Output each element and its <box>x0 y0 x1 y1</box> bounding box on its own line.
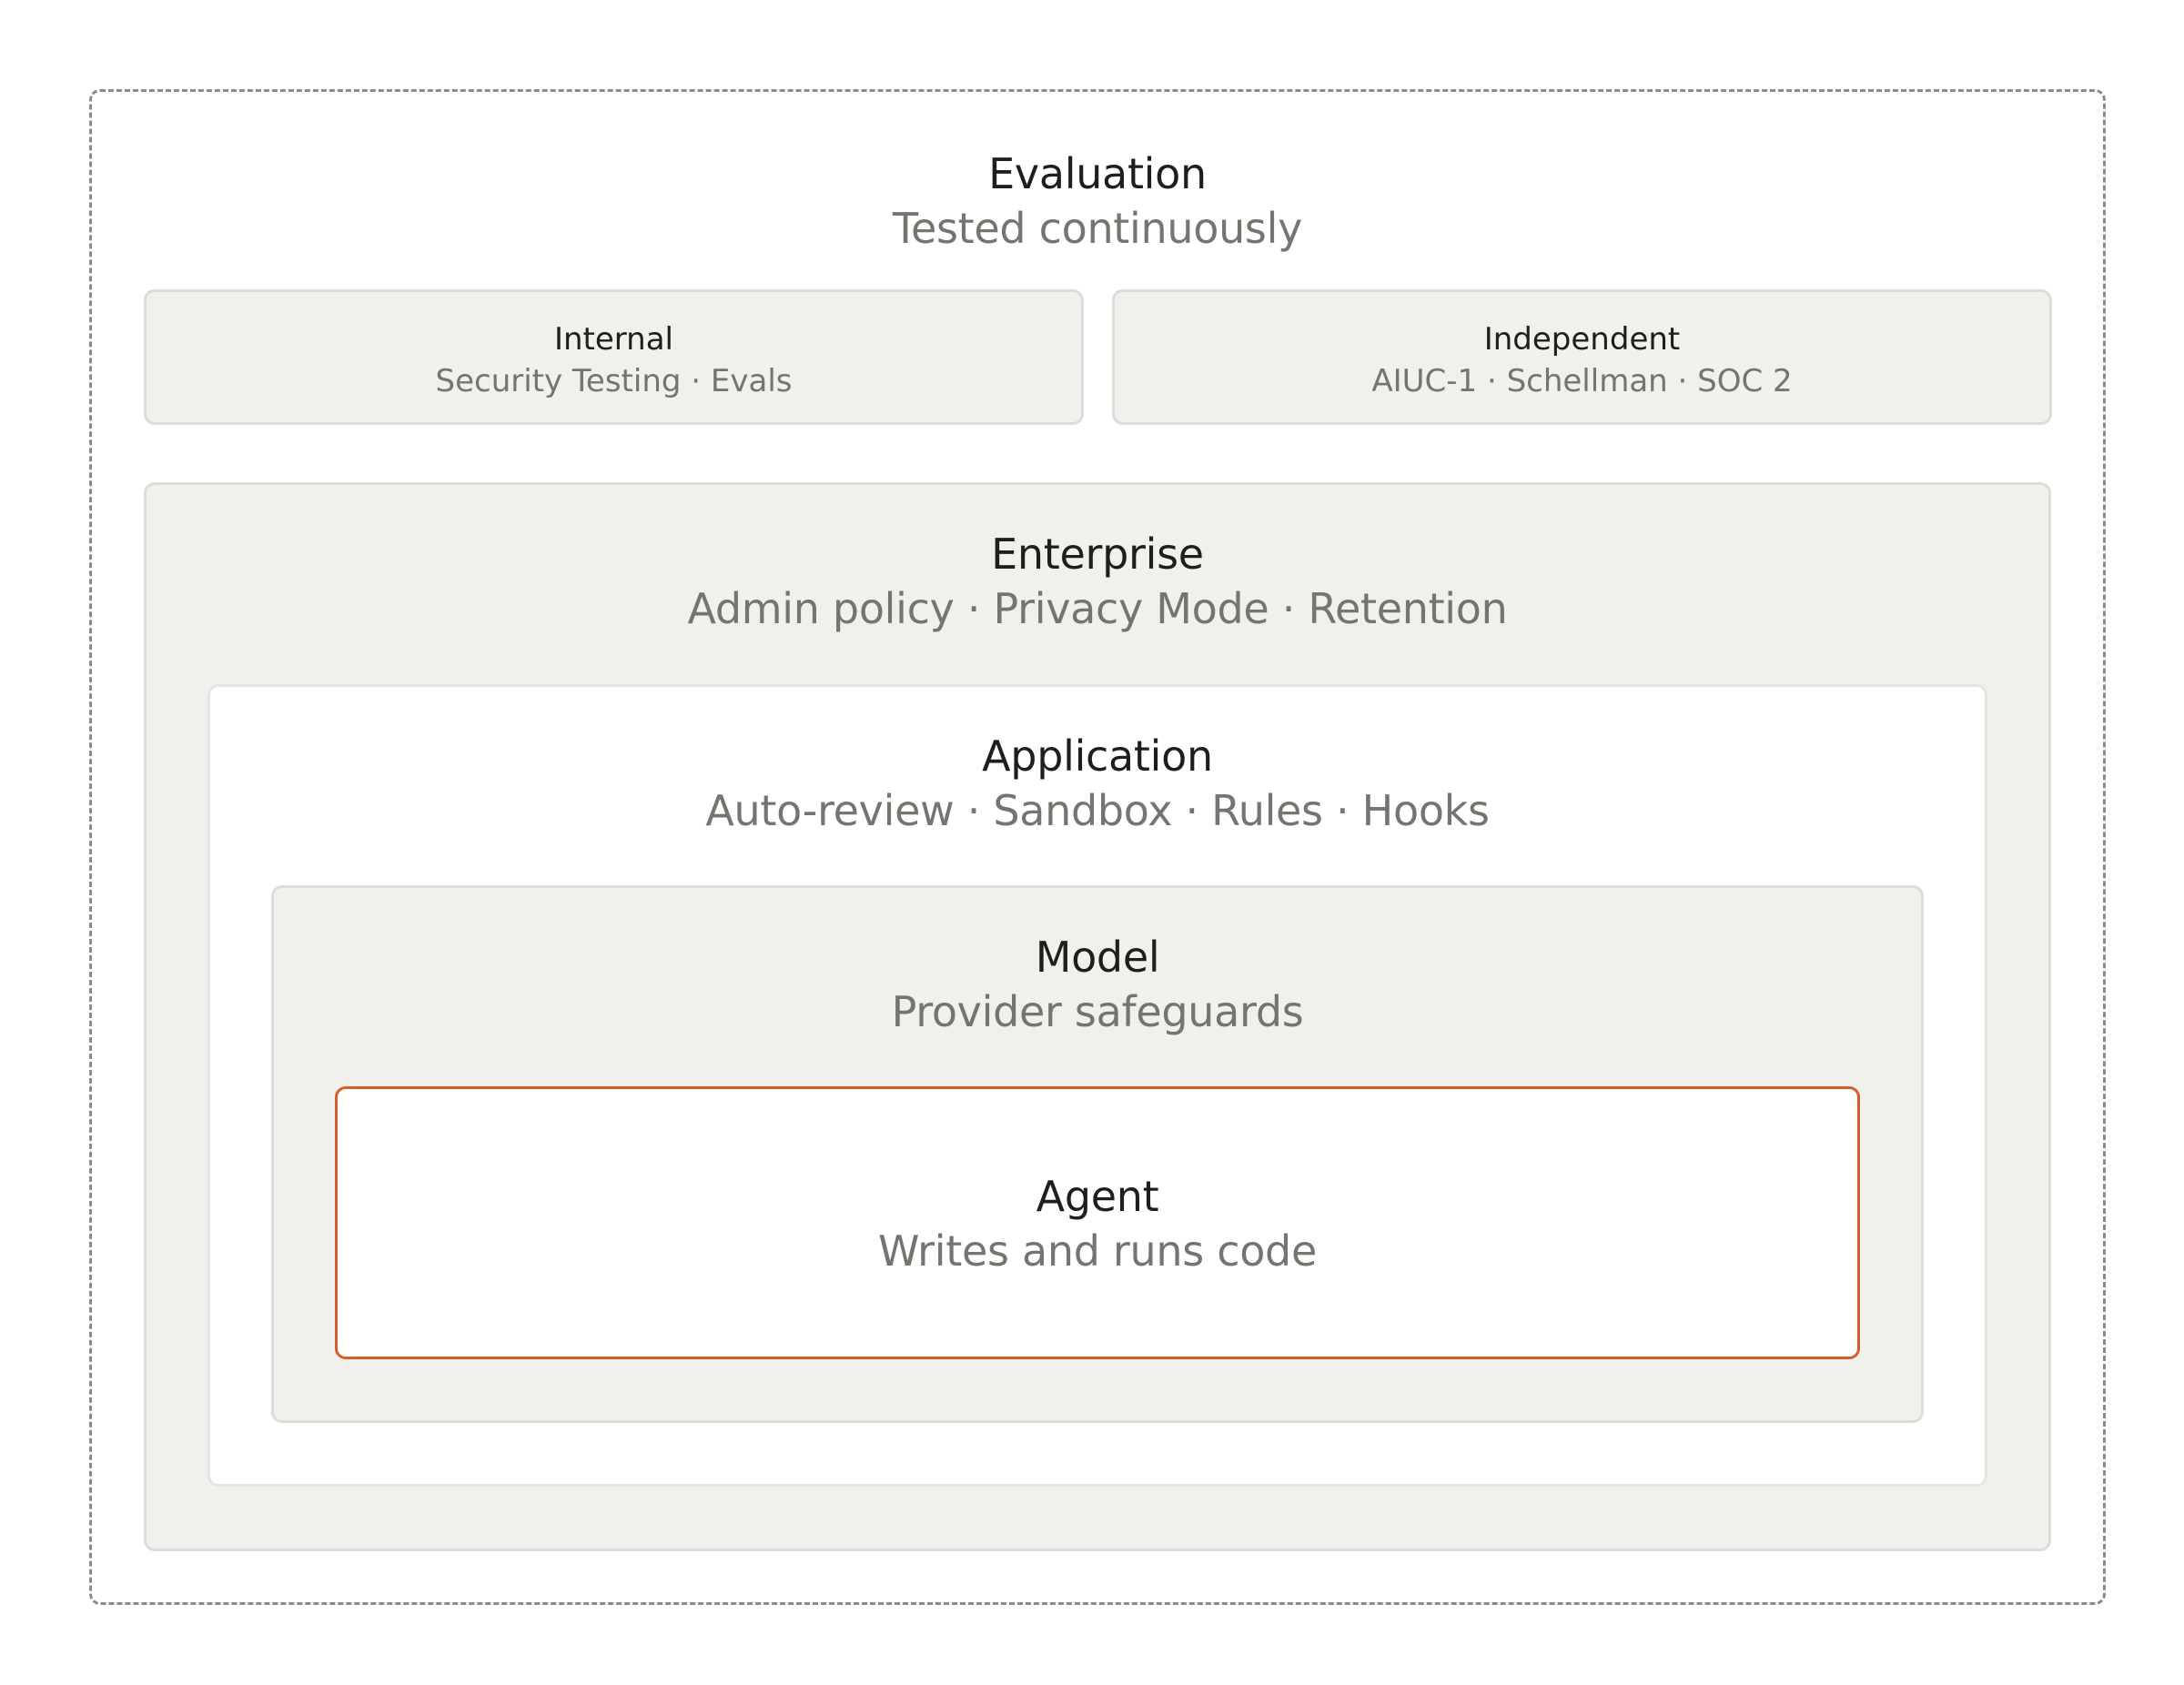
independent-title: Independent <box>1483 321 1681 358</box>
application-header: Application Auto-review · Sandbox · Rule… <box>210 729 1985 838</box>
independent-evaluation-box: Independent AIUC-1 · Schellman · SOC 2 <box>1112 289 2052 425</box>
evaluation-subtitle: Tested continuously <box>893 204 1302 253</box>
internal-title: Internal <box>553 321 674 358</box>
model-subtitle: Provider safeguards <box>891 987 1304 1036</box>
evaluation-header: Evaluation Tested continuously <box>92 146 2103 256</box>
application-subtitle: Auto-review · Sandbox · Rules · Hooks <box>705 786 1490 835</box>
agent-layer: Agent Writes and runs code <box>335 1086 1860 1359</box>
independent-subtitle: AIUC-1 · Schellman · SOC 2 <box>1371 363 1793 399</box>
agent-subtitle: Writes and runs code <box>878 1226 1317 1276</box>
model-header: Model Provider safeguards <box>274 930 1921 1039</box>
application-title: Application <box>982 732 1213 781</box>
evaluation-title: Evaluation <box>988 149 1207 198</box>
internal-subtitle: Security Testing · Evals <box>435 363 793 399</box>
model-title: Model <box>1035 933 1160 982</box>
agent-header: Agent Writes and runs code <box>338 1169 1857 1278</box>
enterprise-title: Enterprise <box>991 530 1204 579</box>
enterprise-header: Enterprise Admin policy · Privacy Mode ·… <box>147 527 2048 636</box>
enterprise-subtitle: Admin policy · Privacy Mode · Retention <box>687 584 1508 633</box>
agent-title: Agent <box>1036 1172 1159 1221</box>
internal-evaluation-box: Internal Security Testing · Evals <box>144 289 1084 425</box>
